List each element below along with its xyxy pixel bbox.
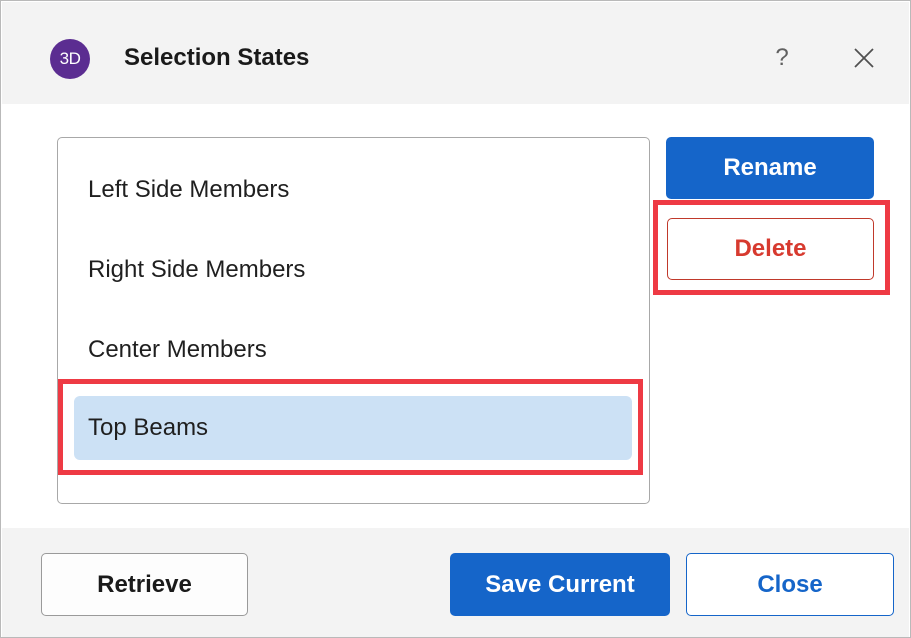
dialog-title: Selection States <box>124 44 310 71</box>
save-current-button[interactable]: Save Current <box>450 553 670 616</box>
list-item-center-members[interactable]: Center Members <box>74 318 632 382</box>
list-item-right-side-members[interactable]: Right Side Members <box>74 238 632 302</box>
retrieve-button[interactable]: Retrieve <box>41 553 248 616</box>
list-item-label: Right Side Members <box>88 256 306 283</box>
help-icon[interactable]: ? <box>764 38 800 78</box>
retrieve-button-label: Retrieve <box>97 570 192 598</box>
highlight-box-top-beams <box>58 379 643 475</box>
list-item-label: Left Side Members <box>88 176 290 203</box>
title-bar: 3D Selection States ? <box>2 2 909 104</box>
app-icon-text: 3D <box>59 49 81 68</box>
help-glyph: ? <box>775 44 789 71</box>
rename-button-label: Rename <box>723 154 817 181</box>
list-item-left-side-members[interactable]: Left Side Members <box>74 158 632 222</box>
highlight-box-delete <box>653 200 890 295</box>
close-icon[interactable] <box>844 38 884 78</box>
list-item-label: Center Members <box>88 336 267 363</box>
3d-app-icon: 3D <box>50 39 90 79</box>
selection-states-dialog: 3D Selection States ? Left Side Members … <box>0 0 911 638</box>
close-x-glyph <box>854 48 874 68</box>
close-button-label: Close <box>757 570 823 598</box>
close-button[interactable]: Close <box>686 553 894 616</box>
save-current-button-label: Save Current <box>485 570 635 598</box>
rename-button[interactable]: Rename <box>666 137 874 199</box>
